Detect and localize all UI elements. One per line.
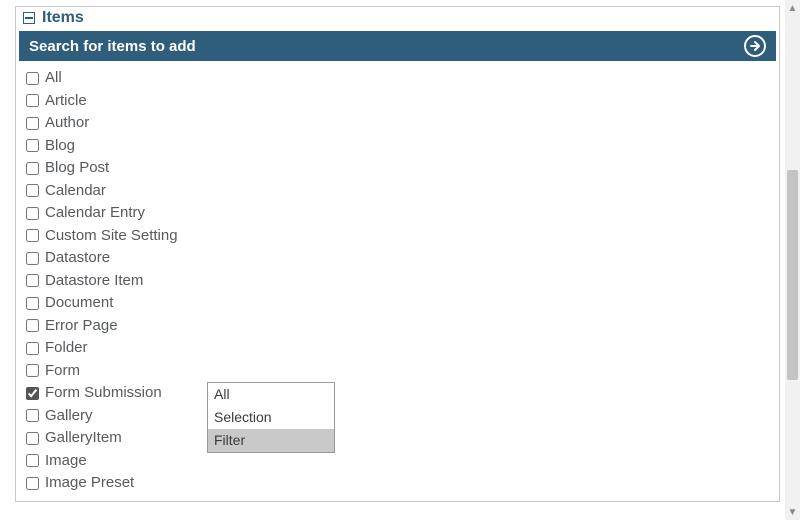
item-label: Calendar [45,180,106,203]
item-checkbox[interactable] [26,229,39,242]
item-checkbox[interactable] [26,117,39,130]
item-checkbox[interactable] [26,207,39,220]
search-placeholder: Search for items to add [29,38,744,55]
item-label: Article [45,90,87,113]
item-row: Gallery [26,405,775,428]
item-checkbox[interactable] [26,139,39,152]
viewport: Items Search for items to add AllArticle… [0,0,800,520]
item-row: Form SubmissionAllSelectionFilter [26,382,775,405]
item-label: Form [45,360,80,383]
scroll-down-icon[interactable]: ▼ [785,504,800,520]
item-label: Gallery [45,405,93,428]
page-scrollbar[interactable]: ▲ ▼ [785,0,800,520]
item-label: All [45,67,62,90]
item-label: Blog Post [45,157,109,180]
item-row: All [26,67,775,90]
panel-title: Items [42,9,84,27]
items-list: AllArticleAuthorBlogBlog PostCalendarCal… [16,61,779,501]
item-label: Datastore Item [45,270,143,293]
item-label: Blog [45,135,75,158]
item-checkbox[interactable] [26,94,39,107]
item-row: Custom Site Setting [26,225,775,248]
item-checkbox[interactable] [26,184,39,197]
item-row: Calendar [26,180,775,203]
item-label: Document [45,292,113,315]
item-label: Form Submission [45,382,162,405]
item-checkbox[interactable] [26,364,39,377]
arrow-right-circle-icon [744,35,766,57]
item-label: Author [45,112,89,135]
item-row: Form [26,360,775,383]
item-checkbox[interactable] [26,72,39,85]
item-row: Blog [26,135,775,158]
item-checkbox[interactable] [26,387,39,400]
item-checkbox[interactable] [26,297,39,310]
item-label: Image [45,450,87,473]
item-checkbox[interactable] [26,319,39,332]
item-row: Author [26,112,775,135]
minus-icon [23,12,35,24]
item-row: Article [26,90,775,113]
item-checkbox[interactable] [26,274,39,287]
scroll-up-icon[interactable]: ▲ [785,0,800,16]
item-label: Error Page [45,315,118,338]
item-row: Image Preset [26,472,775,495]
item-row: Calendar Entry [26,202,775,225]
search-go-button[interactable] [744,35,766,57]
item-label: Calendar Entry [45,202,145,225]
item-checkbox[interactable] [26,477,39,490]
item-label: GalleryItem [45,427,122,450]
context-menu-item[interactable]: Filter [208,429,334,452]
context-menu-item[interactable]: Selection [208,406,334,429]
item-label: Datastore [45,247,110,270]
item-row: Blog Post [26,157,775,180]
item-checkbox[interactable] [26,454,39,467]
item-checkbox[interactable] [26,162,39,175]
item-checkbox[interactable] [26,342,39,355]
scroll-thumb[interactable] [787,170,798,380]
item-label: Folder [45,337,88,360]
item-row: Document [26,292,775,315]
item-checkbox[interactable] [26,252,39,265]
item-row: Error Page [26,315,775,338]
search-bar[interactable]: Search for items to add [19,31,776,61]
item-label: Custom Site Setting [45,225,178,248]
collapse-button[interactable] [22,11,36,25]
item-label: Image Preset [45,472,134,495]
item-row: GalleryItem [26,427,775,450]
items-panel: Items Search for items to add AllArticle… [15,6,780,502]
item-row: Datastore Item [26,270,775,293]
item-row: Image [26,450,775,473]
item-checkbox[interactable] [26,432,39,445]
context-menu[interactable]: AllSelectionFilter [207,382,335,453]
panel-header: Items [16,7,779,31]
item-checkbox[interactable] [26,409,39,422]
item-row: Datastore [26,247,775,270]
item-row: Folder [26,337,775,360]
context-menu-item[interactable]: All [208,383,334,406]
